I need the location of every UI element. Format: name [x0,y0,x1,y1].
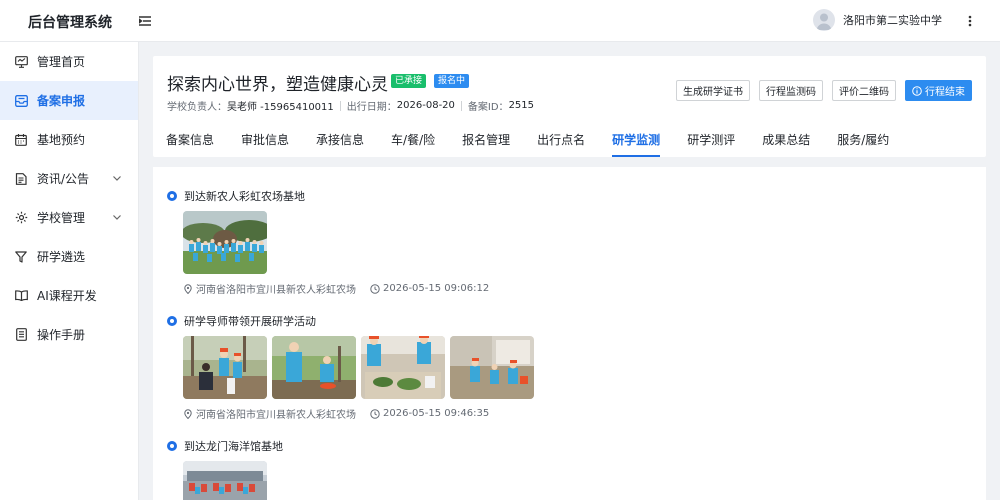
user-name: 洛阳市第二实验中学 [843,14,942,27]
end-trip-button[interactable]: 行程结束 [905,80,972,101]
calendar-icon [14,133,28,147]
event-time: 2026-05-15 09:06:12 [383,283,490,294]
top-bar: 后台管理系统 洛阳市第二实验中学 [0,0,1000,42]
date-label: 出行日期： [346,102,397,113]
event-photo[interactable] [183,211,267,274]
tab-vehicle-meal-insurance[interactable]: 车/餐/险 [391,128,435,157]
chevron-down-icon [112,173,122,183]
sidebar-item-base-booking[interactable]: 基地预约 [0,120,138,159]
tab-evaluation[interactable]: 研学测评 [687,128,735,157]
event-photo[interactable] [183,461,267,500]
event-photo[interactable] [272,336,356,399]
menu-collapse-icon[interactable] [136,12,154,30]
timeline-dot [167,441,177,451]
tab-summary[interactable]: 成果总结 [762,128,810,157]
generate-certificate-button[interactable]: 生成研学证书 [676,80,750,101]
monitor-code-button[interactable]: 行程监测码 [759,80,823,101]
manual-icon [14,328,28,342]
event-location: 河南省洛阳市宜川县新农人彩虹农场 [196,410,356,421]
sidebar-item-label: 基地预约 [37,133,86,147]
principal-value: 吴老师 -15965410011 [227,102,334,113]
sidebar-item-ai-course[interactable]: AI课程开发 [0,276,138,315]
location-pin-icon [183,408,193,419]
filter-icon [14,250,28,264]
sidebar: 管理首页 备案申报 基地预约 资讯/公告 学校管理 研学遴选 AI课程开发 操作… [0,42,139,500]
plan-header-card: 探索内心世界，塑造健康心灵 已承接 报名中 学校负责人： 吴老师 -159654… [153,56,986,157]
sidebar-item-filing[interactable]: 备案申报 [0,81,138,120]
event-meta: 河南省洛阳市宜川县新农人彩虹农场 2026-05-15 09:46:35 [183,406,534,421]
location-pin-icon [183,283,193,294]
sidebar-item-school-management[interactable]: 学校管理 [0,198,138,237]
photo-list [183,211,489,274]
sidebar-item-label: 学校管理 [37,211,86,225]
sidebar-item-label: AI课程开发 [37,289,97,303]
divider [339,100,341,111]
event-location: 河南省洛阳市宜川县新农人彩虹农场 [196,285,356,296]
date-value: 2026-08-20 [396,100,455,111]
chevron-down-icon [112,212,122,222]
status-badge-registering: 报名中 [434,74,470,88]
event-title: 到达新农人彩虹农场基地 [184,190,305,203]
monitoring-timeline: 到达新农人彩虹农场基地 河南省洛阳市宜川县新农人彩虹农场 2026-05-15 … [153,167,986,500]
sidebar-item-label: 管理首页 [37,55,86,69]
end-trip-label: 行程结束 [925,87,965,98]
sidebar-item-label: 研学遴选 [37,250,86,264]
tab-roll-call[interactable]: 出行点名 [537,128,585,157]
event-time: 2026-05-15 09:46:35 [383,408,490,419]
tab-undertaking-info[interactable]: 承接信息 [316,128,364,157]
timeline-item: 到达龙门海洋馆基地 [167,438,283,500]
page-title: 探索内心世界，塑造健康心灵 [167,75,388,95]
id-value: 2515 [508,100,535,111]
sidebar-item-selection[interactable]: 研学遴选 [0,237,138,276]
sidebar-item-home[interactable]: 管理首页 [0,42,138,81]
timeline-item: 研学导师带领开展研学活动 河南省洛阳市宜川县新农人彩虹农场 2026-05-15… [167,313,534,421]
sidebar-item-label: 操作手册 [37,328,86,342]
timeline-dot [167,191,177,201]
action-toolbar: 生成研学证书 行程监测码 评价二维码 行程结束 [676,80,972,101]
app-title: 后台管理系统 [28,15,112,31]
more-vertical-icon[interactable] [962,12,978,30]
timeline-dot [167,316,177,326]
event-photo[interactable] [183,336,267,399]
monitor-icon [14,55,28,69]
photo-list [183,336,534,399]
principal-label: 学校负责人： [167,102,227,113]
clock-icon [370,408,380,419]
sidebar-item-manual[interactable]: 操作手册 [0,315,138,354]
event-photo[interactable] [450,336,534,399]
clock-icon [370,283,380,294]
avatar [813,9,835,31]
timeline-item: 到达新农人彩虹农场基地 河南省洛阳市宜川县新农人彩虹农场 2026-05-15 … [167,188,489,296]
sidebar-item-label: 备案申报 [37,94,86,108]
id-label: 备案ID： [467,102,509,113]
tab-approval-info[interactable]: 审批信息 [241,128,289,157]
tab-bar: 备案信息 审批信息 承接信息 车/餐/险 报名管理 出行点名 研学监测 研学测评… [153,128,986,157]
event-photo[interactable] [361,336,445,399]
event-meta: 河南省洛阳市宜川县新农人彩虹农场 2026-05-15 09:06:12 [183,281,489,296]
inbox-icon [14,94,28,108]
tab-service[interactable]: 服务/履约 [837,128,889,157]
evaluation-qr-button[interactable]: 评价二维码 [832,80,896,101]
sidebar-item-news[interactable]: 资讯/公告 [0,159,138,198]
tab-filing-info[interactable]: 备案信息 [166,128,214,157]
tab-monitoring[interactable]: 研学监测 [612,128,661,157]
tab-registration[interactable]: 报名管理 [462,128,510,157]
info-icon [912,85,922,96]
event-title: 到达龙门海洋馆基地 [184,440,283,453]
divider [460,100,462,111]
plan-meta: 学校负责人： 吴老师 -15965410011 出行日期： 2026-08-20… [167,98,534,113]
book-icon [14,289,28,303]
user-menu[interactable]: 洛阳市第二实验中学 [813,9,942,31]
status-badge-accepted: 已承接 [391,74,427,88]
news-icon [14,172,28,186]
event-title: 研学导师带领开展研学活动 [184,315,316,328]
settings-icon [14,211,28,225]
sidebar-item-label: 资讯/公告 [37,172,90,186]
photo-list [183,461,283,500]
